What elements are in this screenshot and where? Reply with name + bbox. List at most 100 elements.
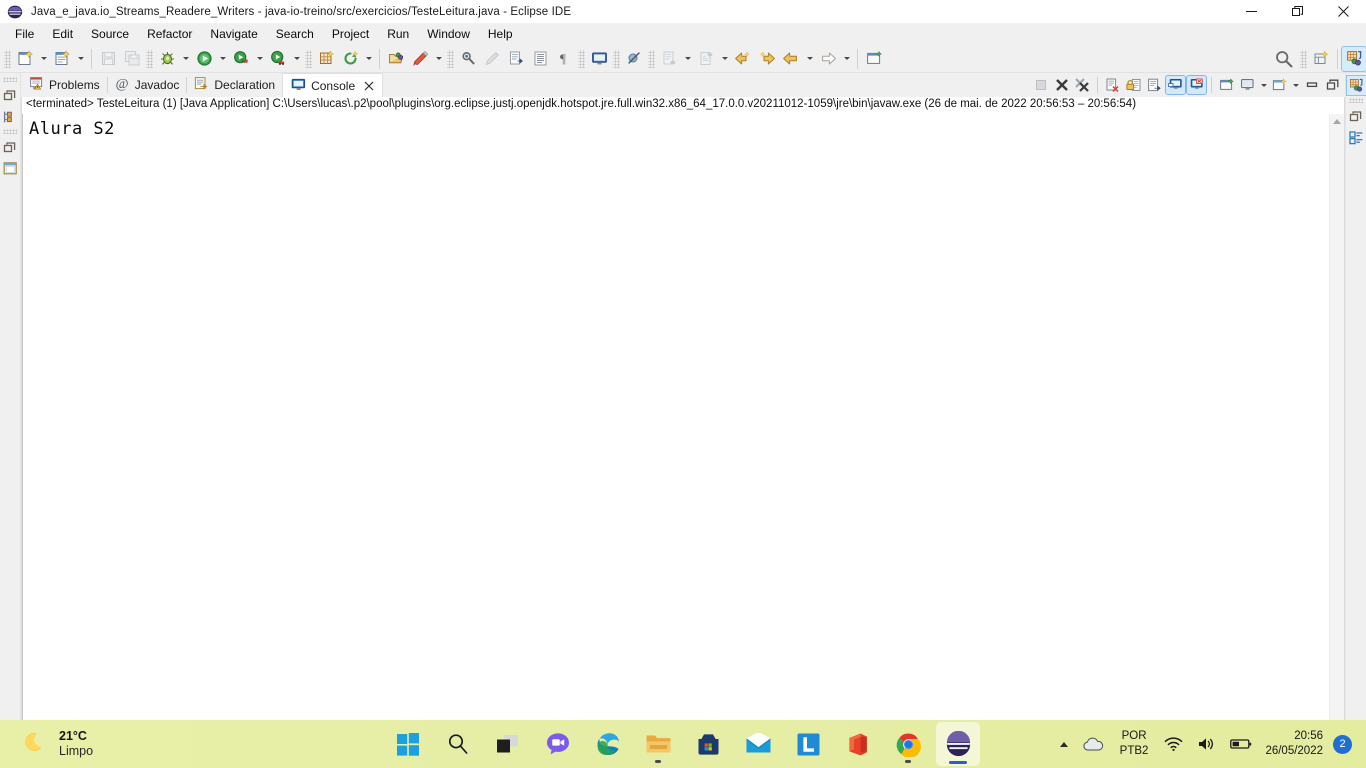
menu-source[interactable]: Source (82, 25, 138, 45)
menu-search[interactable]: Search (267, 25, 323, 45)
display-selected-console-dropdown[interactable] (1258, 75, 1269, 95)
previous-edit-icon[interactable] (657, 47, 681, 71)
scroll-lock-icon[interactable] (1123, 75, 1144, 95)
menu-run[interactable]: Run (378, 25, 418, 45)
clear-console-icon[interactable] (1102, 75, 1123, 95)
navigate-back-dropdown[interactable] (803, 47, 816, 71)
menu-edit[interactable]: Edit (43, 25, 82, 45)
task-view-button[interactable] (486, 722, 530, 766)
run-icon[interactable] (192, 47, 216, 71)
open-task-dropdown[interactable] (432, 47, 445, 71)
show-console-on-error-icon[interactable] (1186, 75, 1207, 95)
search-icon[interactable] (1270, 47, 1298, 71)
restore-view-icon[interactable] (1347, 107, 1366, 126)
terminal-icon[interactable] (587, 47, 611, 71)
next-annotation-icon[interactable] (504, 47, 528, 71)
restore-view-2-icon[interactable] (1, 138, 20, 157)
next-edit-dropdown[interactable] (718, 47, 731, 71)
scroll-up-arrow[interactable] (1330, 114, 1344, 129)
microsoft-edge-button[interactable] (586, 722, 630, 766)
new-java-class-dropdown[interactable] (74, 47, 87, 71)
menu-window[interactable]: Window (418, 25, 479, 45)
open-type-icon[interactable] (384, 47, 408, 71)
open-perspective-icon[interactable] (1309, 47, 1333, 71)
menu-file[interactable]: File (6, 25, 43, 45)
show-whitespace-icon[interactable]: ¶ (552, 47, 576, 71)
new-java-class-icon[interactable] (50, 47, 74, 71)
pencil-icon[interactable] (480, 47, 504, 71)
toolbar-grip-2[interactable] (146, 49, 153, 68)
display-selected-console-icon[interactable] (1237, 75, 1258, 95)
search-marker-icon[interactable] (456, 47, 480, 71)
navigate-forward-icon[interactable] (816, 47, 840, 71)
refresh-icon[interactable] (338, 47, 362, 71)
open-task-icon[interactable] (408, 47, 432, 71)
open-console-icon[interactable] (1269, 75, 1290, 95)
new-java-project-icon[interactable] (314, 47, 338, 71)
new-wizard-dropdown[interactable] (37, 47, 50, 71)
tab-declaration[interactable]: Declaration (186, 73, 282, 97)
menu-help[interactable]: Help (479, 25, 522, 45)
toolbar-grip-7[interactable] (648, 49, 655, 68)
navigate-back-icon[interactable] (779, 47, 803, 71)
toolbar-grip-8[interactable] (1300, 49, 1307, 68)
terminate-icon[interactable] (1030, 75, 1051, 95)
new-wizard-icon[interactable] (13, 47, 37, 71)
word-wrap-icon[interactable] (1144, 75, 1165, 95)
console-output[interactable]: Alura S2 (22, 114, 1329, 730)
open-console-dropdown[interactable] (1290, 75, 1301, 95)
minimize-view-icon[interactable] (1301, 75, 1322, 95)
file-explorer-button[interactable] (636, 722, 680, 766)
close-icon[interactable] (362, 79, 375, 92)
vertical-scroll-track[interactable] (1330, 129, 1344, 715)
next-edit-icon[interactable] (694, 47, 718, 71)
outline-view-icon[interactable] (1, 159, 20, 178)
microsoft-store-button[interactable] (686, 722, 730, 766)
minimize-button[interactable] (1228, 0, 1274, 24)
toolbar-grip-3[interactable] (305, 49, 312, 68)
coverage-dropdown[interactable] (253, 47, 266, 71)
outline-view-icon[interactable] (1347, 128, 1366, 147)
linkedin-button[interactable] (786, 722, 830, 766)
search-taskbar-button[interactable] (436, 722, 480, 766)
java-perspective-icon[interactable] (1341, 45, 1366, 72)
new-window-icon[interactable] (862, 47, 886, 71)
toolbar-grip[interactable] (4, 49, 11, 68)
show-console-on-output-icon[interactable] (1165, 75, 1186, 95)
eclipse-button[interactable] (936, 722, 980, 766)
restore-button[interactable] (1274, 0, 1320, 24)
chat-button[interactable] (536, 722, 580, 766)
skip-breakpoints-icon[interactable] (622, 47, 646, 71)
save-all-icon[interactable] (120, 47, 144, 71)
back-icon[interactable] (731, 47, 755, 71)
maximize-view-icon[interactable] (1322, 75, 1343, 95)
remove-launch-icon[interactable] (1051, 75, 1072, 95)
debug-dropdown[interactable] (179, 47, 192, 71)
microsoft-office-button[interactable] (836, 722, 880, 766)
toggle-block-selection-icon[interactable] (528, 47, 552, 71)
left-rail-grip[interactable] (3, 77, 17, 82)
previous-edit-dropdown[interactable] (681, 47, 694, 71)
mail-button[interactable] (736, 722, 780, 766)
refresh-dropdown[interactable] (362, 47, 375, 71)
menu-project[interactable]: Project (323, 25, 378, 45)
forward-icon[interactable] (755, 47, 779, 71)
toolbar-grip-5[interactable] (578, 49, 585, 68)
start-button[interactable] (386, 722, 430, 766)
remove-all-launches-icon[interactable] (1072, 75, 1093, 95)
right-rail-grip[interactable] (1349, 98, 1363, 103)
console-vertical-scrollbar[interactable] (1329, 114, 1344, 730)
run-coverage-icon[interactable] (229, 47, 253, 71)
toolbar-grip-4[interactable] (447, 49, 454, 68)
debug-icon[interactable] (155, 47, 179, 71)
tab-problems[interactable]: Problems (21, 73, 107, 97)
close-button[interactable] (1320, 0, 1366, 24)
run-external-tools-icon[interactable] (266, 47, 290, 71)
save-icon[interactable] (96, 47, 120, 71)
navigate-forward-dropdown[interactable] (840, 47, 853, 71)
java-perspective-icon[interactable] (1345, 75, 1366, 96)
menu-refactor[interactable]: Refactor (138, 25, 201, 45)
menu-navigate[interactable]: Navigate (201, 25, 266, 45)
toolbar-grip-6[interactable] (613, 49, 620, 68)
tab-console[interactable]: Console (282, 73, 384, 97)
